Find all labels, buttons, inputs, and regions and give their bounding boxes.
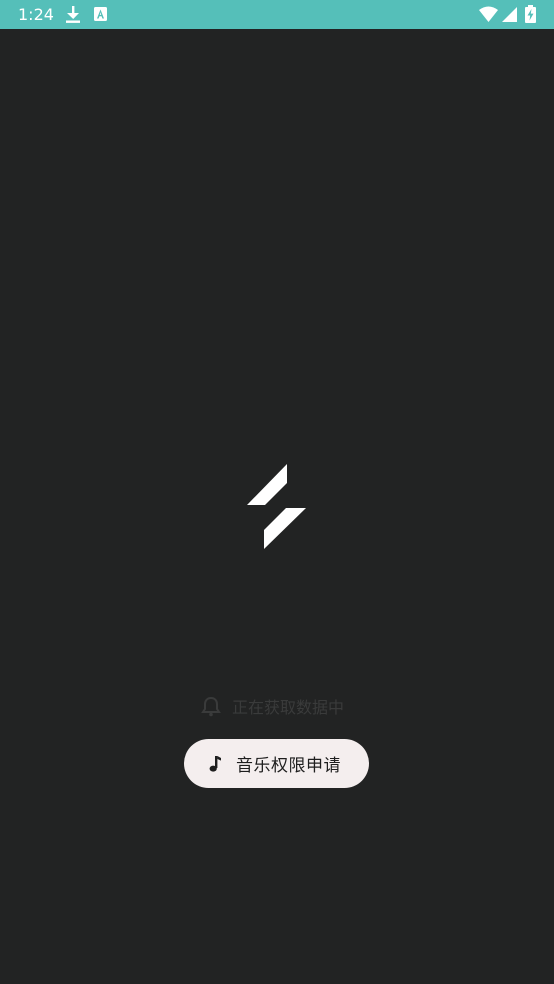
app-logo xyxy=(247,464,306,549)
battery-icon xyxy=(525,5,536,23)
music-note-icon xyxy=(209,755,221,772)
status-time: 1:24 xyxy=(18,5,54,24)
download-icon xyxy=(66,6,80,23)
a-icon xyxy=(94,7,107,21)
music-permission-label: 音乐权限申请 xyxy=(236,756,341,776)
music-permission-button[interactable]: 音乐权限申请 xyxy=(184,739,369,788)
signal-icon xyxy=(502,7,517,22)
loading-hint-text: 正在获取数据中 xyxy=(232,698,345,717)
bell-icon xyxy=(201,696,221,717)
status-bar: 1:24 xyxy=(0,0,554,29)
screen: 1:24 正在获取数据中 音乐权限申请 xyxy=(0,0,554,984)
loading-hint: 正在获取数据中 xyxy=(200,693,360,719)
wifi-icon xyxy=(479,6,498,22)
